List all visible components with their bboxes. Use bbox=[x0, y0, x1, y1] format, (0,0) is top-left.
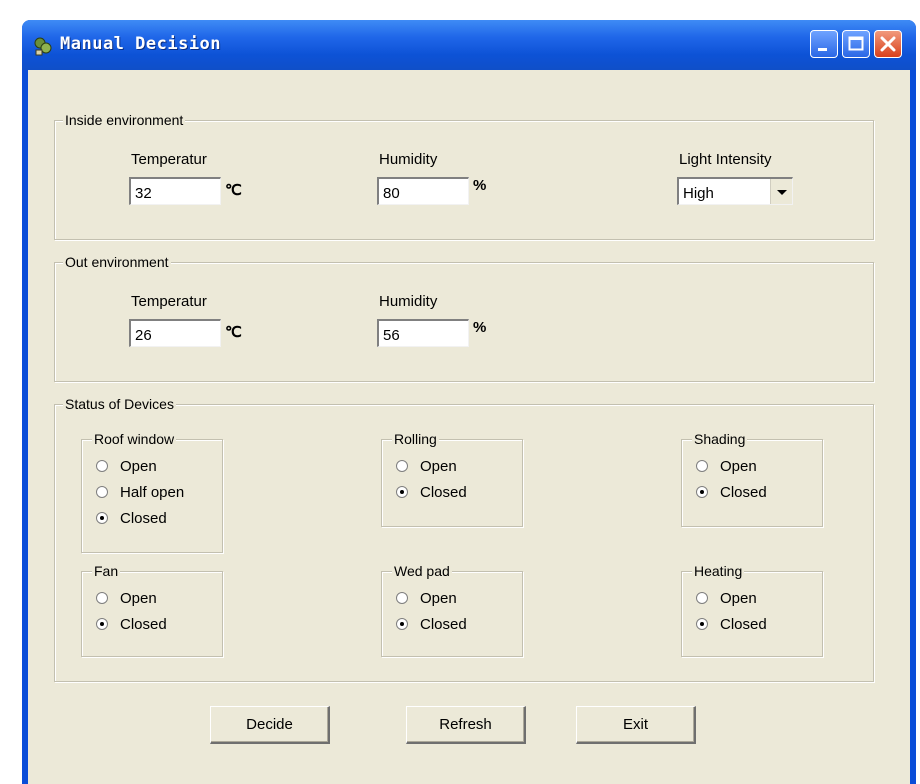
roof-window-group: Roof window Open Half open Closed bbox=[81, 430, 223, 553]
rolling-group: Rolling Open Closed bbox=[381, 430, 523, 527]
out-temperature-unit: ℃ bbox=[225, 324, 242, 341]
out-environment-legend: Out environment bbox=[63, 253, 171, 271]
maximize-button[interactable] bbox=[842, 30, 870, 58]
radio-label: Open bbox=[720, 458, 757, 475]
fan-title: Fan bbox=[92, 562, 121, 580]
inside-humidity-input[interactable]: 80 bbox=[377, 177, 469, 205]
radio-circle-icon[interactable] bbox=[696, 460, 708, 472]
wet-pad-title: Wed pad bbox=[392, 562, 452, 580]
radio-label: Closed bbox=[120, 510, 167, 527]
radio-selected-icon[interactable] bbox=[396, 486, 408, 498]
out-humidity-input[interactable]: 56 bbox=[377, 319, 469, 347]
window-title: Manual Decision bbox=[60, 34, 222, 54]
radio-label: Half open bbox=[120, 484, 185, 501]
app-icon bbox=[34, 37, 52, 56]
exit-button[interactable]: Exit bbox=[576, 706, 696, 744]
heating-group: Heating Open Closed bbox=[681, 562, 823, 657]
heating-title: Heating bbox=[692, 562, 745, 580]
title-bar[interactable]: Manual Decision bbox=[22, 20, 916, 70]
radio-label: Open bbox=[120, 590, 157, 607]
close-button[interactable] bbox=[874, 30, 902, 58]
radio-circle-icon[interactable] bbox=[96, 486, 108, 498]
radio-circle-icon[interactable] bbox=[396, 592, 408, 604]
app-window: Manual Decision Inside environment Tempe… bbox=[22, 20, 916, 784]
radio-label: Open bbox=[420, 590, 457, 607]
radio-label: Closed bbox=[420, 616, 467, 633]
out-environment-group: Out environment Temperatur 26 ℃ Humidity… bbox=[54, 253, 874, 382]
shading-title: Shading bbox=[692, 430, 748, 448]
inside-environment-legend: Inside environment bbox=[63, 111, 186, 129]
inside-temperature-input[interactable]: 32 bbox=[129, 177, 221, 205]
radio-label: Open bbox=[120, 458, 157, 475]
radio-selected-icon[interactable] bbox=[96, 618, 108, 630]
radio-circle-icon[interactable] bbox=[396, 460, 408, 472]
radio-label: Closed bbox=[420, 484, 467, 501]
shading-group: Shading Open Closed bbox=[681, 430, 823, 527]
out-temperature-label: Temperatur bbox=[131, 293, 207, 310]
inside-environment-group: Inside environment Temperatur 32 ℃ Humid… bbox=[54, 111, 874, 240]
wet-pad-group: Wed pad Open Closed bbox=[381, 562, 523, 657]
fan-group: Fan Open Closed bbox=[81, 562, 223, 657]
status-of-devices-legend: Status of Devices bbox=[63, 395, 176, 413]
radio-circle-icon[interactable] bbox=[696, 592, 708, 604]
light-intensity-select[interactable]: High bbox=[677, 177, 793, 205]
minimize-button[interactable] bbox=[810, 30, 838, 58]
out-humidity-label: Humidity bbox=[379, 293, 438, 310]
radio-circle-icon[interactable] bbox=[96, 592, 108, 604]
light-intensity-value: High bbox=[683, 185, 714, 202]
decide-button[interactable]: Decide bbox=[210, 706, 330, 744]
status-of-devices-group: Status of Devices Roof window Open Half … bbox=[54, 395, 874, 682]
maximize-icon bbox=[848, 36, 864, 51]
radio-label: Closed bbox=[720, 484, 767, 501]
out-temperature-input[interactable]: 26 bbox=[129, 319, 221, 347]
radio-label: Open bbox=[720, 590, 757, 607]
light-intensity-label: Light Intensity bbox=[679, 151, 772, 168]
roof-window-title: Roof window bbox=[92, 430, 177, 448]
radio-selected-icon[interactable] bbox=[96, 512, 108, 524]
close-icon bbox=[880, 36, 896, 52]
inside-humidity-unit: % bbox=[473, 177, 487, 194]
radio-label: Open bbox=[420, 458, 457, 475]
inside-temperature-label: Temperatur bbox=[131, 151, 207, 168]
radio-selected-icon[interactable] bbox=[396, 618, 408, 630]
out-humidity-unit: % bbox=[473, 319, 487, 336]
client-area: Inside environment Temperatur 32 ℃ Humid… bbox=[28, 70, 910, 784]
inside-temperature-unit: ℃ bbox=[225, 182, 242, 199]
rolling-title: Rolling bbox=[392, 430, 439, 448]
radio-label: Closed bbox=[120, 616, 167, 633]
chevron-down-icon bbox=[777, 190, 787, 195]
radio-circle-icon[interactable] bbox=[96, 460, 108, 472]
radio-selected-icon[interactable] bbox=[696, 486, 708, 498]
radio-selected-icon[interactable] bbox=[696, 618, 708, 630]
minimize-icon bbox=[818, 48, 827, 51]
refresh-button[interactable]: Refresh bbox=[406, 706, 526, 744]
light-intensity-dropdown-button[interactable] bbox=[770, 179, 792, 204]
radio-label: Closed bbox=[720, 616, 767, 633]
inside-humidity-label: Humidity bbox=[379, 151, 438, 168]
